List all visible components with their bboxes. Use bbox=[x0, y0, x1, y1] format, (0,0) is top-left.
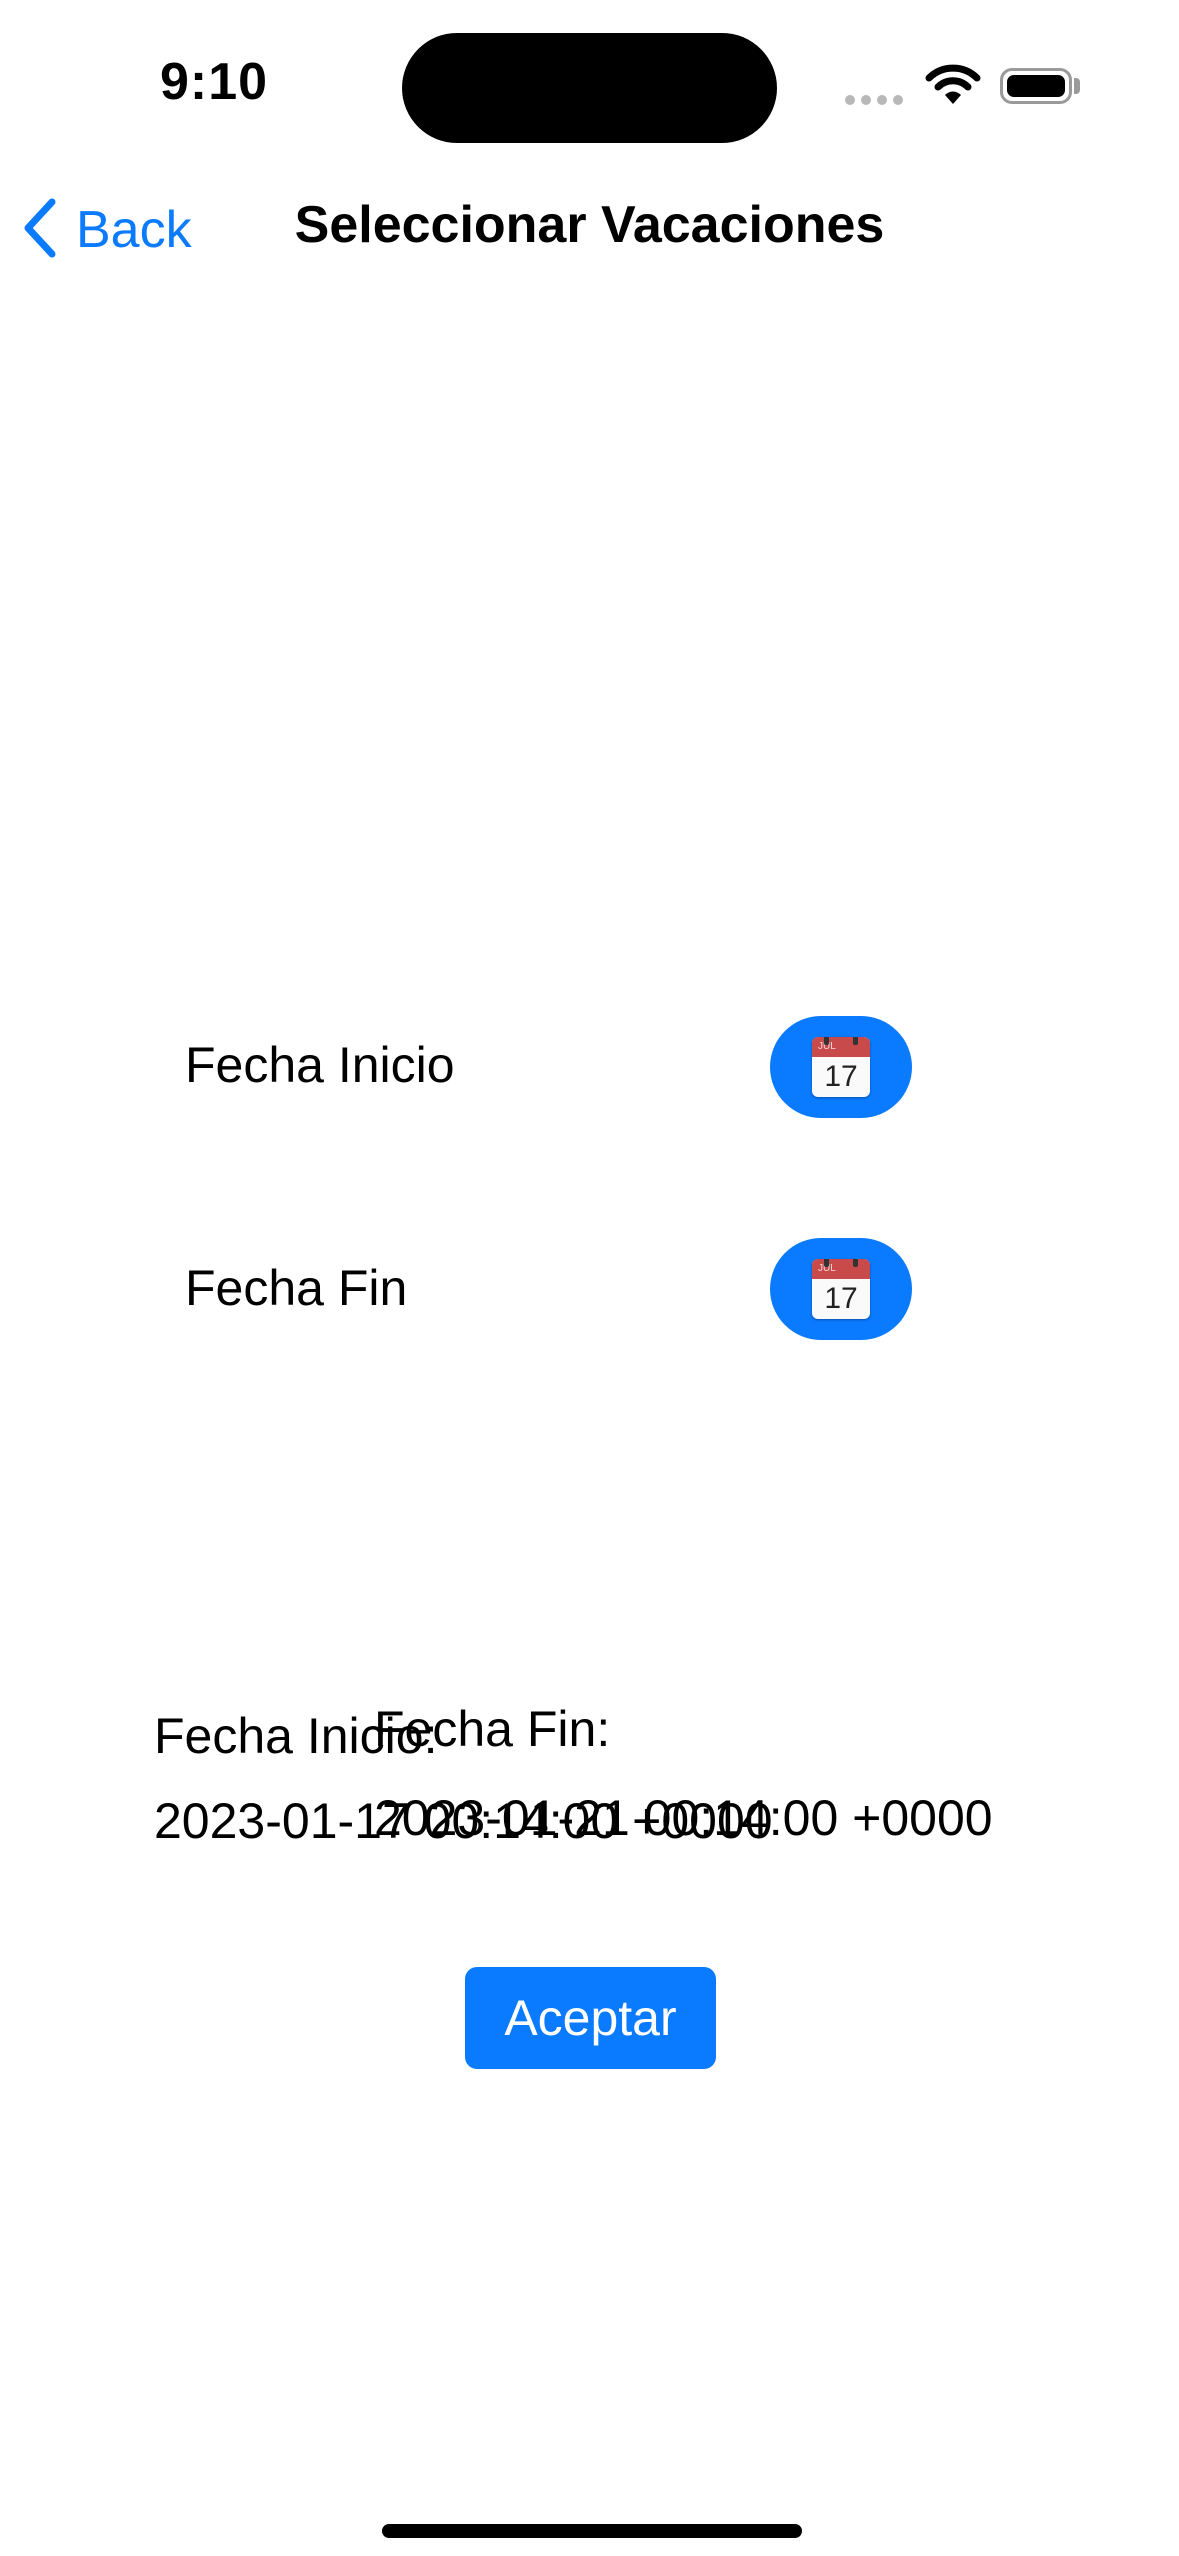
wifi-icon bbox=[925, 62, 981, 106]
page-title: Seleccionar Vacaciones bbox=[294, 196, 885, 254]
summary-end-value: 2023-01-21 00:14:00 +0000 bbox=[374, 1790, 993, 1846]
battery-icon bbox=[1000, 68, 1072, 104]
battery-cap bbox=[1074, 78, 1080, 94]
summary-end-label: Fecha Fin: bbox=[374, 1701, 611, 1757]
calendar-icon: JUL 17 bbox=[812, 1259, 870, 1319]
signal-icon bbox=[845, 95, 905, 107]
calendar-icon: JUL 17 bbox=[812, 1037, 870, 1097]
start-date-label: Fecha Inicio bbox=[185, 1037, 455, 1093]
accept-button[interactable]: Aceptar bbox=[465, 1967, 716, 2069]
status-time: 9:10 bbox=[160, 53, 269, 111]
start-date-picker-button[interactable]: JUL 17 bbox=[770, 1016, 912, 1118]
dynamic-island bbox=[402, 33, 777, 143]
end-date-picker-button[interactable]: JUL 17 bbox=[770, 1238, 912, 1340]
end-date-label: Fecha Fin bbox=[185, 1260, 408, 1316]
home-indicator bbox=[382, 2524, 802, 2538]
